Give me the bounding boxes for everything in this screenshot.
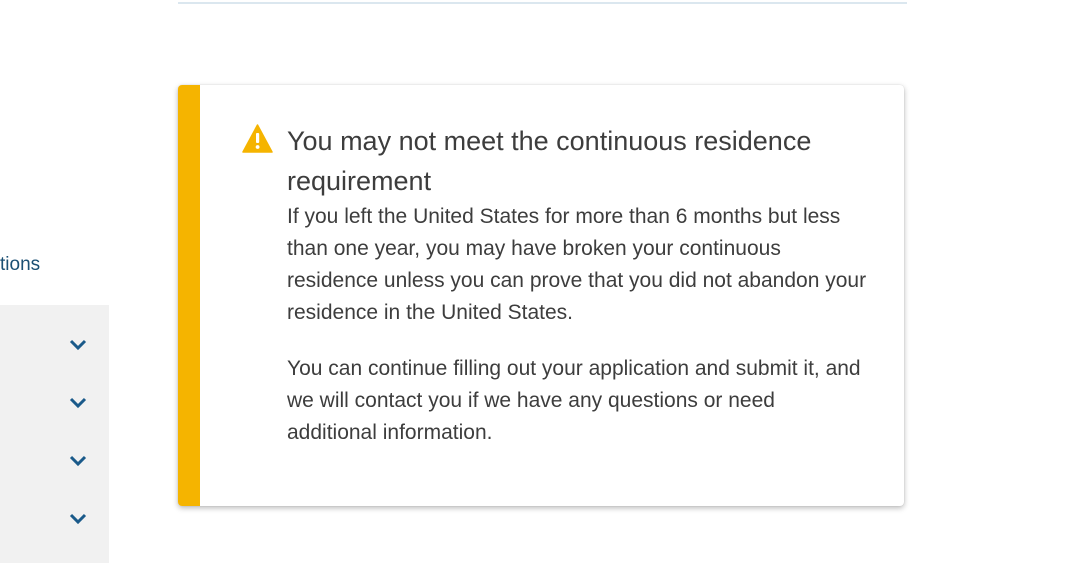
warning-alert: You may not meet the continuous residenc…	[178, 85, 904, 506]
chevron-down-icon	[69, 455, 87, 467]
alert-paragraph: If you left the United States for more t…	[287, 205, 867, 324]
alert-body: If you left the United States for more t…	[287, 201, 867, 449]
accordion-toggle-3[interactable]	[0, 432, 109, 490]
accordion-toggle-2[interactable]	[0, 374, 109, 432]
sidebar-nav-link[interactable]: tions	[0, 253, 40, 277]
chevron-down-icon	[69, 397, 87, 409]
alert-paragraph: You can continue filling out your applic…	[287, 357, 861, 444]
alert-accent-bar	[178, 85, 200, 506]
accordion-toggle-4[interactable]	[0, 490, 109, 548]
alert-title: You may not meet the continuous residenc…	[287, 126, 812, 196]
chevron-down-icon	[69, 339, 87, 351]
accordion-toggle-1[interactable]	[0, 316, 109, 374]
warning-icon	[242, 124, 273, 153]
sidebar-accordion	[0, 305, 109, 563]
chevron-down-icon	[69, 513, 87, 525]
section-divider	[178, 2, 907, 4]
